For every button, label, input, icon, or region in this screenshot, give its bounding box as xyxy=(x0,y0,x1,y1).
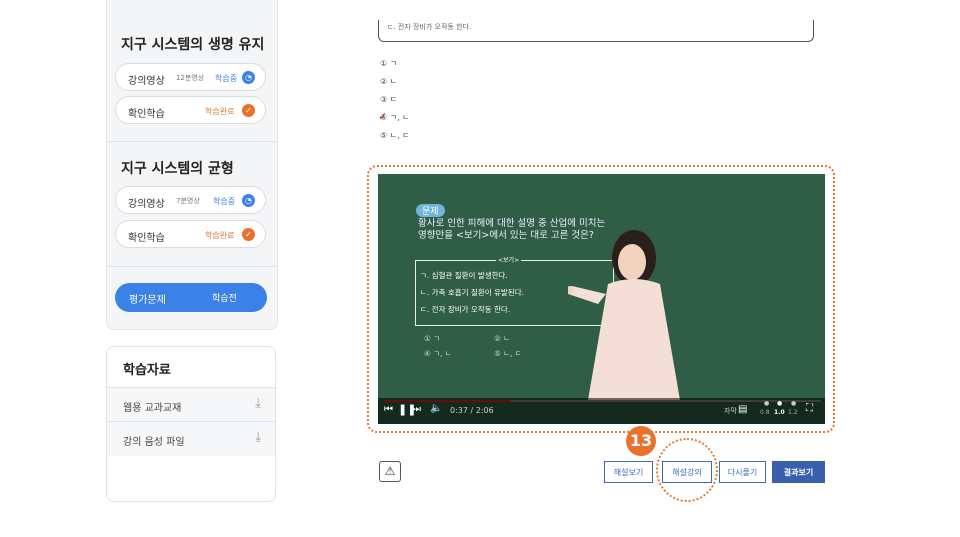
answer-option[interactable]: ② ㄴ xyxy=(380,76,397,87)
status-text: 학습완료 xyxy=(205,231,235,240)
download-icon[interactable]: ⤓ xyxy=(255,430,261,445)
subtitle-label: 자막 xyxy=(724,407,737,415)
question-tag: 문제 xyxy=(416,204,445,217)
lecture-video-item[interactable]: 강의영상 12분영상 학습중 ◔ xyxy=(115,63,266,91)
board-answer: ② ㄴ xyxy=(494,334,511,343)
status-text: 학습중 xyxy=(213,197,236,206)
next-icon[interactable]: ⏭ xyxy=(412,404,421,415)
divider xyxy=(106,141,276,142)
option-text: ㄱ xyxy=(389,59,398,68)
video-player[interactable]: 문제 황사로 인한 피해에 대한 설명 중 산업에 미치는 영향만을 <보기>에… xyxy=(378,174,825,424)
resource-item[interactable]: 강의 음성 파일 ⤓ xyxy=(107,421,275,456)
check-icon: ✓ xyxy=(242,104,255,117)
speed-option[interactable]: 0.8 xyxy=(760,409,770,416)
topic-title: 지구 시스템의 균형 xyxy=(121,161,234,177)
resource-label: 웹용 교과교재 xyxy=(123,403,182,414)
item-label: 확인학습 xyxy=(128,109,165,120)
example-item: ㄷ. 전자 장비가 오작동 한다. xyxy=(387,23,472,31)
presenter-image xyxy=(568,230,680,400)
board-item: ㄷ. 전자 장비가 오작동 한다. xyxy=(420,305,511,314)
option-number: ① xyxy=(380,59,388,68)
item-label: 확인학습 xyxy=(128,233,165,244)
evaluation-button[interactable]: 평가문제 학습전 xyxy=(115,283,267,312)
clock-icon: ◔ xyxy=(242,71,255,84)
clock-icon: ◔ xyxy=(242,194,255,207)
resource-label: 강의 음성 파일 xyxy=(123,437,185,448)
resource-item[interactable]: 웹용 교과교재 ⤓ xyxy=(107,387,275,422)
resources-title: 학습자료 xyxy=(123,363,171,378)
report-warning-button[interactable]: ⚠ xyxy=(379,461,401,482)
resources-panel: 학습자료 웹용 교과교재 ⤓ 강의 음성 파일 ⤓ xyxy=(106,346,276,502)
speed-dot: ● xyxy=(764,400,770,407)
answer-option[interactable]: ① ㄱ xyxy=(380,58,397,69)
status-text: 학습완료 xyxy=(205,107,235,116)
board-answer: ⑤ ㄴ, ㄷ xyxy=(494,349,522,358)
speed-option-selected[interactable]: 1.0 xyxy=(774,409,785,416)
item-label: 강의영상 xyxy=(128,199,165,210)
example-box: ㄷ. 전자 장비가 오작동 한다. xyxy=(378,20,814,42)
item-duration: 7분영상 xyxy=(176,197,200,205)
item-duration: 12분영상 xyxy=(176,74,205,82)
eval-label: 평가문제 xyxy=(129,295,166,306)
explain-lecture-button[interactable]: 해설강의 xyxy=(662,461,712,483)
quiz-item[interactable]: 확인학습 학습완료 ✓ xyxy=(115,96,266,124)
quiz-item[interactable]: 확인학습 학습완료 ✓ xyxy=(115,220,266,248)
volume-icon[interactable]: 🔈 xyxy=(430,403,442,414)
option-number: ② xyxy=(380,77,388,86)
download-icon[interactable]: ⤓ xyxy=(255,396,261,411)
option-text: ㄷ xyxy=(389,95,398,104)
board-item: ㄴ. 가축 호흡기 질환이 유발된다. xyxy=(420,288,525,297)
retry-button[interactable]: 다시풀기 xyxy=(719,461,766,483)
speed-dot: ● xyxy=(777,400,783,407)
controls-bar: ⏮ ❚❚ ⏭ 🔈 0:37 / 2:06 자막 ▤ 0.8 1.0 1.2 ● … xyxy=(378,398,825,424)
answer-option[interactable]: ⑤ ㄴ, ㄷ xyxy=(380,130,410,141)
step-badge: 13 xyxy=(626,426,656,456)
checkmark-icon: ✓ xyxy=(378,110,388,123)
option-text: ㄴ, ㄷ xyxy=(389,131,410,140)
option-number: ③ xyxy=(380,95,388,104)
eval-status: 학습전 xyxy=(212,294,237,304)
status-text: 학습중 xyxy=(215,74,238,83)
speed-dot: ● xyxy=(791,400,797,407)
subtitle-icon[interactable]: ▤ xyxy=(738,404,747,415)
board-answer: ① ㄱ xyxy=(424,334,441,343)
topic-title: 지구 시스템의 생명 유지 xyxy=(121,37,265,53)
lecture-video-item[interactable]: 강의영상 7분영상 학습중 ◔ xyxy=(115,186,266,214)
box-title: <보기> xyxy=(496,255,522,264)
option-number: ⑤ xyxy=(380,131,388,140)
divider xyxy=(106,266,276,267)
result-button[interactable]: 결과보기 xyxy=(772,461,825,483)
item-label: 강의영상 xyxy=(128,76,165,87)
fullscreen-icon[interactable]: ⛶ xyxy=(806,403,813,414)
explain-view-button[interactable]: 해설보기 xyxy=(604,461,653,483)
answer-option[interactable]: ③ ㄷ xyxy=(380,94,397,105)
option-text: ㄴ xyxy=(389,77,398,86)
time-display: 0:37 / 2:06 xyxy=(450,406,494,415)
board-answer: ④ ㄱ, ㄴ xyxy=(424,349,452,358)
warning-icon: ⚠ xyxy=(384,464,396,478)
board-item: ㄱ. 심혈관 질환이 발생한다. xyxy=(420,271,508,280)
option-text: ㄱ, ㄴ xyxy=(389,113,410,122)
check-icon: ✓ xyxy=(242,228,255,241)
speed-option[interactable]: 1.2 xyxy=(788,409,798,416)
prev-icon[interactable]: ⏮ xyxy=(384,404,393,415)
